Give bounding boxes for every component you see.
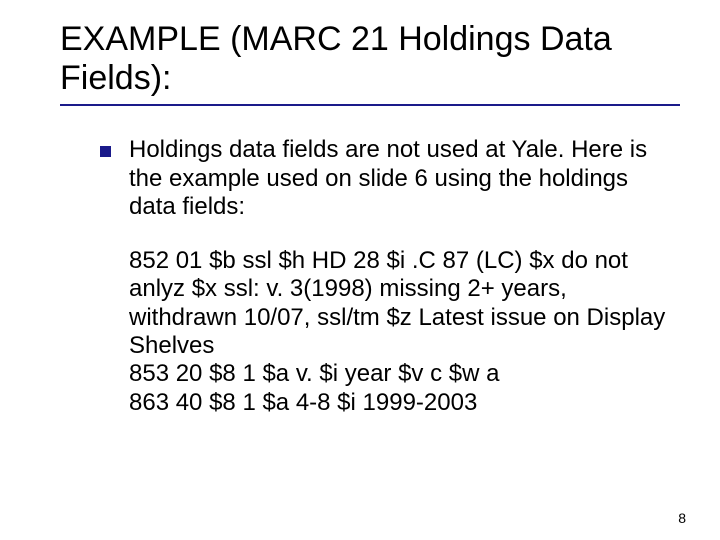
slide: EXAMPLE (MARC 21 Holdings Data Fields): … bbox=[0, 0, 720, 540]
page-number: 8 bbox=[678, 510, 686, 526]
slide-title: EXAMPLE (MARC 21 Holdings Data Fields): bbox=[60, 20, 680, 98]
marc-example-block: 852 01 $b ssl $h HD 28 $i .C 87 (LC) $x … bbox=[129, 247, 680, 417]
bullet-text: Holdings data fields are not used at Yal… bbox=[129, 136, 680, 221]
title-underline bbox=[60, 104, 680, 106]
slide-body: Holdings data fields are not used at Yal… bbox=[60, 136, 680, 417]
bullet-icon bbox=[100, 146, 111, 157]
bullet-item: Holdings data fields are not used at Yal… bbox=[100, 136, 680, 221]
